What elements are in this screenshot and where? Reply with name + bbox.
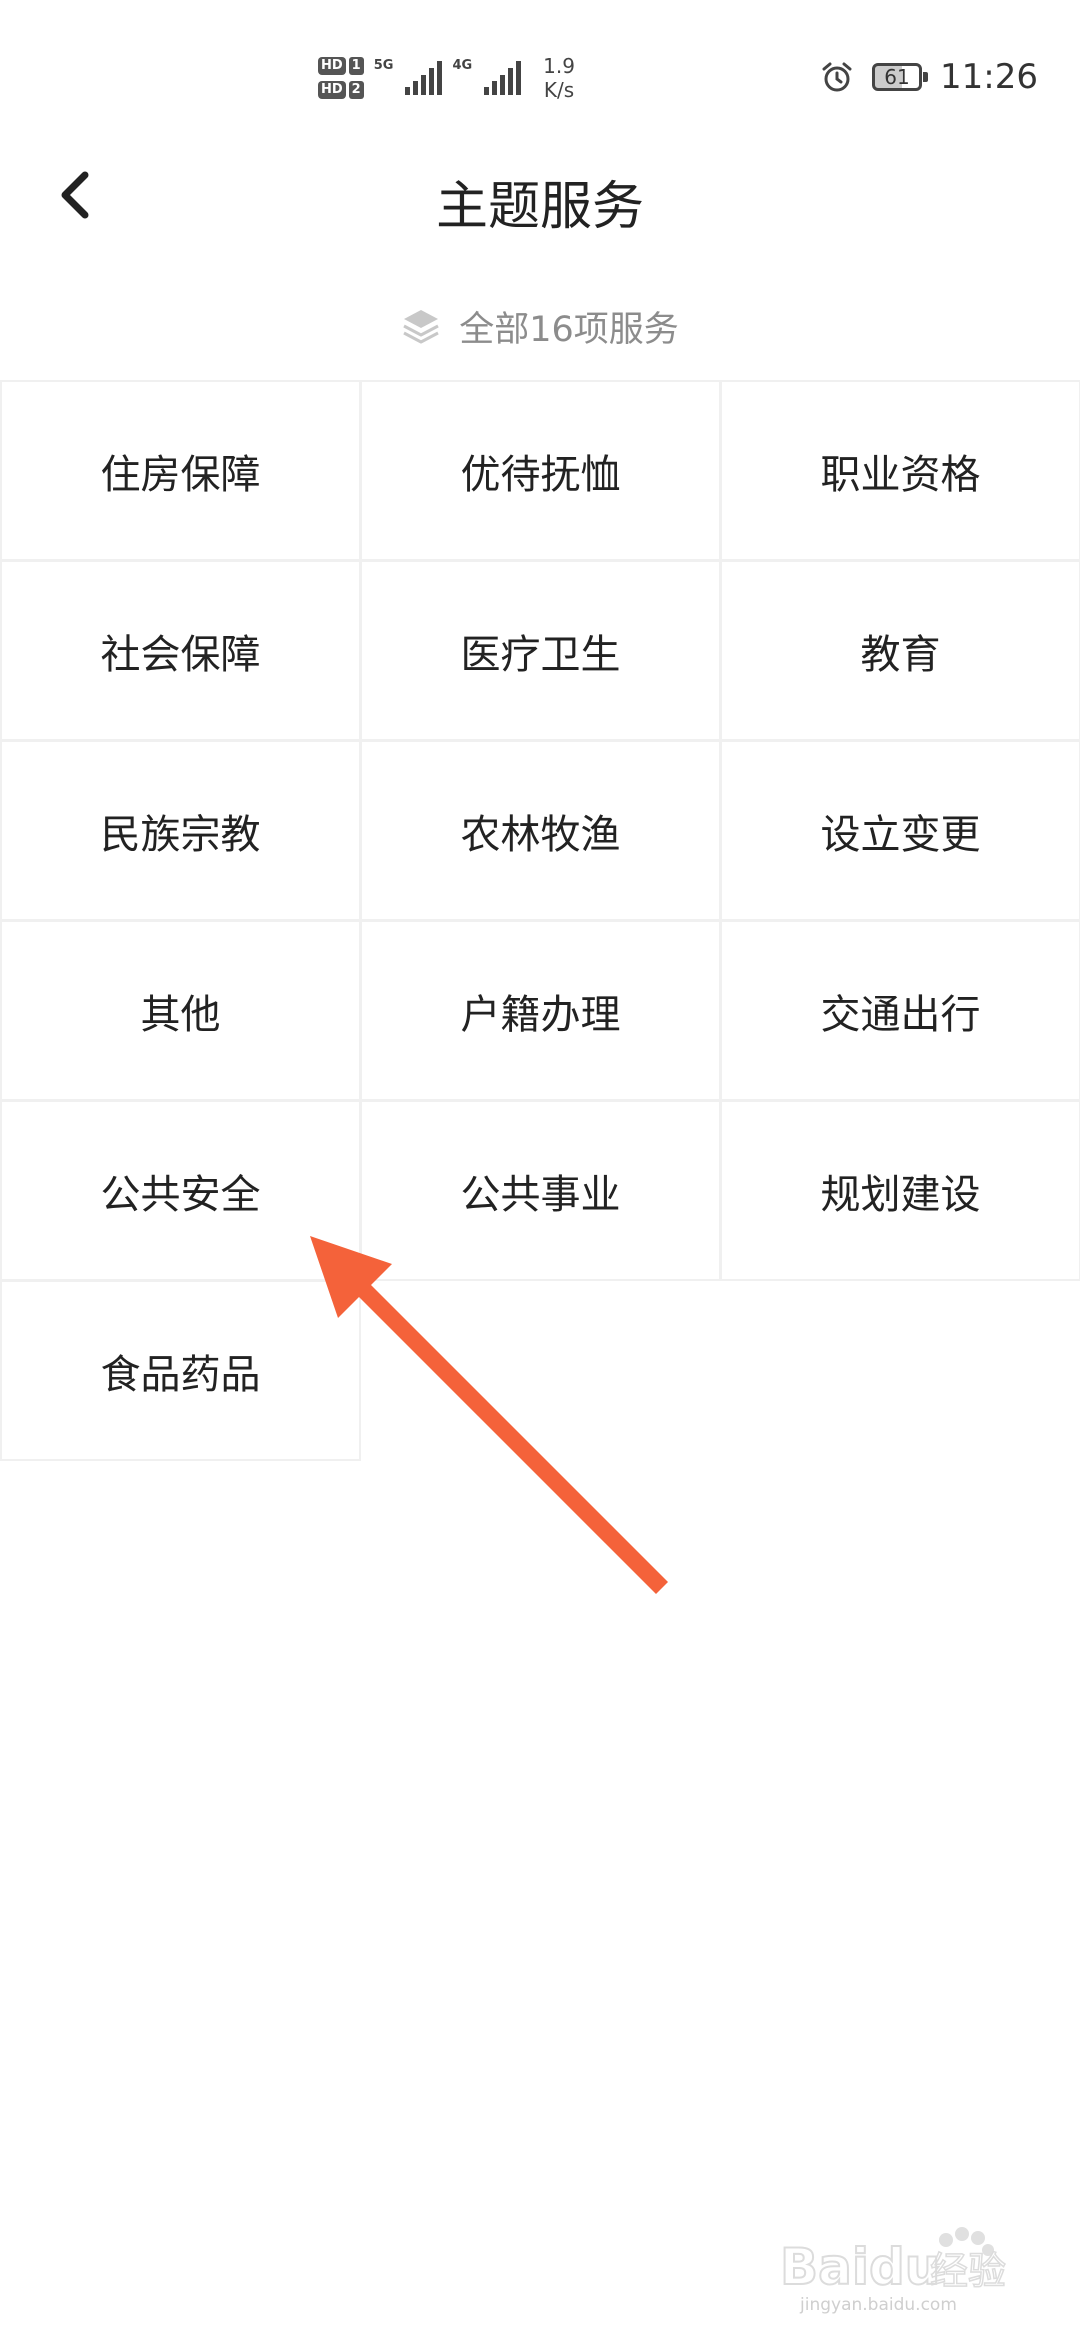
service-professional-qualification[interactable]: 职业资格 (720, 380, 1080, 561)
network-speed: 1.9 K/s (543, 54, 575, 102)
annotation-arrow-icon (310, 1236, 669, 1595)
service-count: 全部16项服务 (0, 300, 1080, 352)
network-speed-value: 1.9 (543, 54, 575, 78)
page-header: 主题服务 (0, 150, 1080, 240)
status-bar: HD 1 HD 2 5G 4G 1.9 K/s 61 11:26 (0, 0, 1080, 150)
network-type-1: 5G (373, 58, 394, 73)
service-household-registration[interactable]: 户籍办理 (360, 920, 721, 1101)
service-social-security[interactable]: 社会保障 (0, 560, 361, 741)
status-left: HD 1 HD 2 5G 4G 1.9 K/s (318, 50, 575, 106)
network-type-2: 4G (452, 58, 473, 73)
network-speed-unit: K/s (543, 78, 575, 102)
sim2-hd-badge: HD (318, 81, 346, 99)
status-right: 61 11:26 (820, 52, 1038, 102)
page-title: 主题服务 (435, 177, 644, 237)
sim1-indicator: HD 1 (318, 57, 364, 75)
service-registration-change[interactable]: 设立变更 (720, 740, 1080, 921)
svg-text:Baidu: Baidu (780, 2238, 940, 2296)
service-transportation[interactable]: 交通出行 (720, 920, 1080, 1101)
layers-icon (403, 310, 439, 344)
baidu-jingyan-watermark: Baidu 经验 jingyan.baidu.com (780, 2227, 1007, 2315)
service-other[interactable]: 其他 (0, 920, 361, 1101)
svg-text:jingyan.baidu.com: jingyan.baidu.com (799, 2295, 957, 2315)
status-time: 11:26 (940, 57, 1038, 97)
service-ethnic-religion[interactable]: 民族宗教 (0, 740, 361, 921)
service-veteran-care[interactable]: 优待抚恤 (360, 380, 721, 561)
service-healthcare[interactable]: 医疗卫生 (360, 560, 721, 741)
svg-text:经验: 经验 (930, 2249, 1006, 2293)
service-count-text: 全部16项服务 (459, 309, 679, 350)
service-housing[interactable]: 住房保障 (0, 380, 361, 561)
sim1-number: 1 (348, 57, 364, 75)
service-education[interactable]: 教育 (720, 560, 1080, 741)
service-planning-construction[interactable]: 规划建设 (720, 1100, 1080, 1281)
service-agriculture[interactable]: 农林牧渔 (360, 740, 721, 921)
alarm-clock-icon (822, 62, 852, 92)
sim2-indicator: HD 2 (318, 81, 364, 99)
sim2-number: 2 (348, 81, 364, 99)
signal-bars-1-icon (405, 61, 443, 95)
sim-indicators: HD 1 HD 2 (318, 57, 364, 99)
sim1-hd-badge: HD (318, 57, 346, 75)
battery-icon: 61 (872, 63, 929, 91)
battery-level: 61 (884, 65, 910, 89)
signal-bars-2-icon (484, 61, 522, 95)
